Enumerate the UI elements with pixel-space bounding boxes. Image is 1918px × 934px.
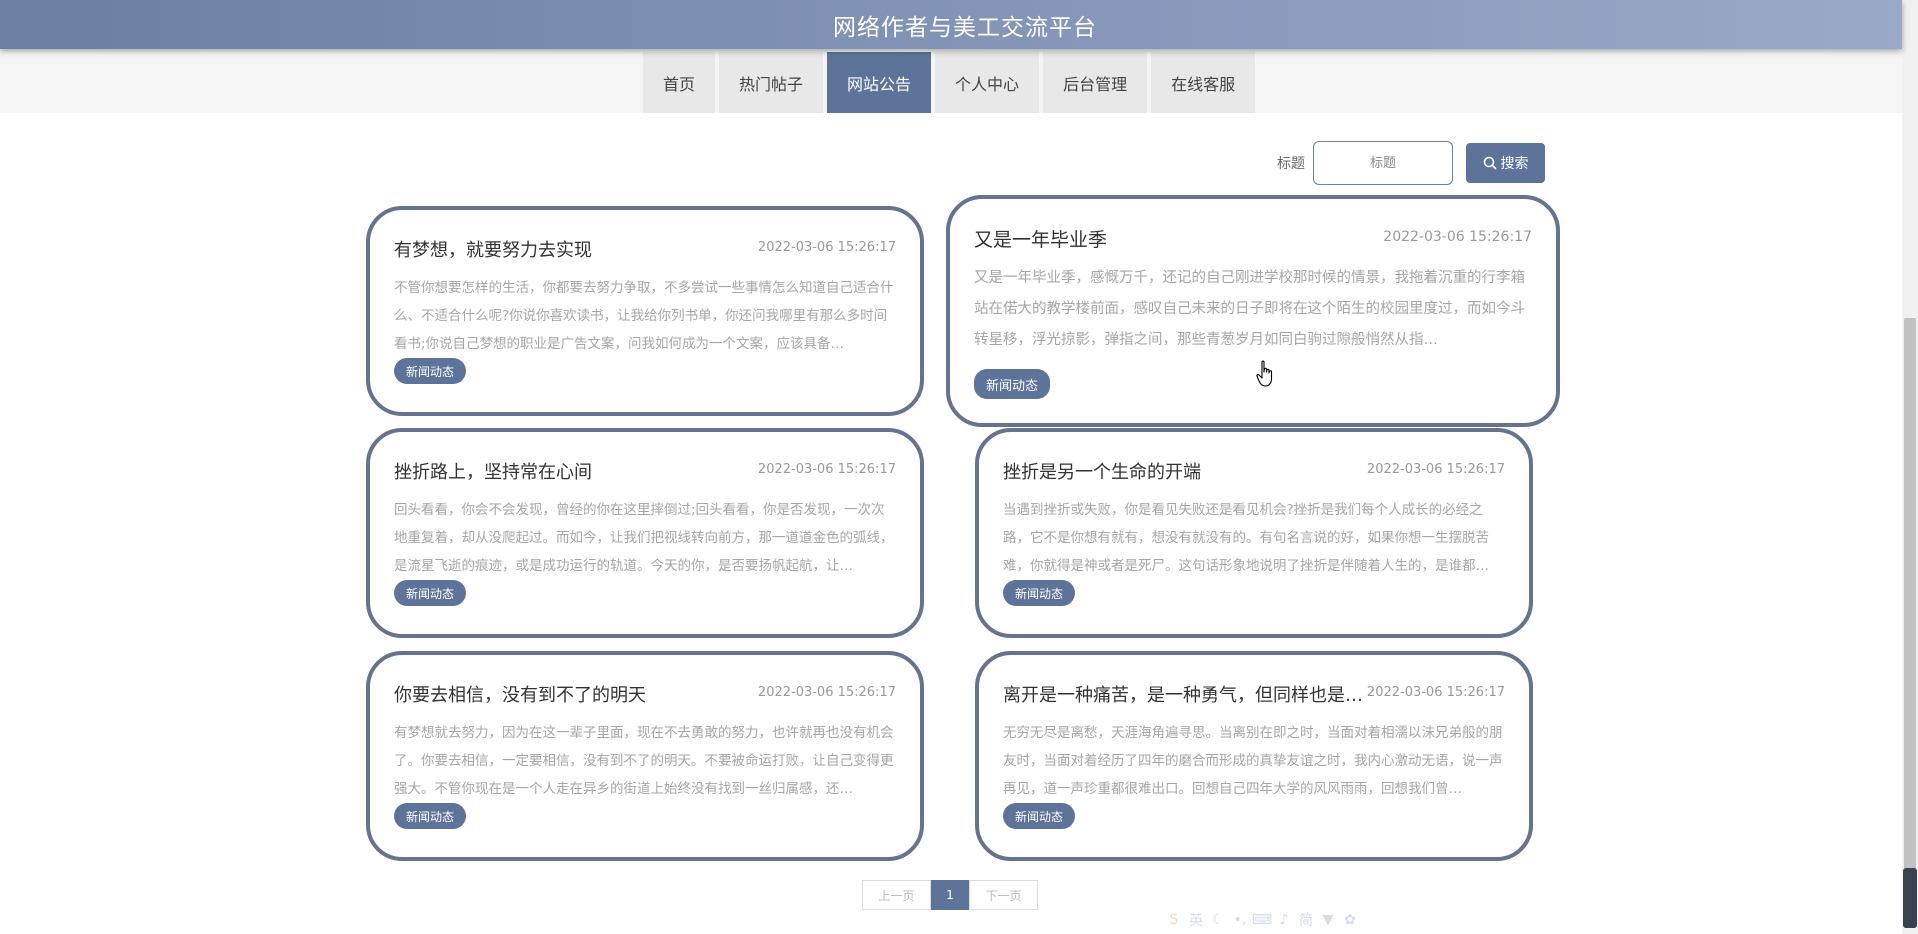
nav-item-home[interactable]: 首页 bbox=[643, 52, 716, 113]
prev-page-button[interactable]: 上一页 bbox=[862, 880, 931, 910]
hand-cursor-icon bbox=[1256, 360, 1273, 387]
card-title[interactable]: 离开是一种痛苦，是一种勇气，但同样也是… bbox=[1003, 681, 1363, 707]
main-nav: 首页 热门帖子 网站公告 个人中心 后台管理 在线客服 bbox=[0, 49, 1902, 113]
card-category-tag[interactable]: 新闻动态 bbox=[394, 358, 467, 384]
card-date: 2022-03-06 15:26:17 bbox=[1383, 229, 1532, 245]
card-category-tag[interactable]: 新闻动态 bbox=[394, 803, 467, 829]
card-category-tag[interactable]: 新闻动态 bbox=[394, 580, 467, 606]
nav-items: 首页 热门帖子 网站公告 个人中心 后台管理 在线客服 bbox=[643, 52, 1256, 113]
nav-item-announcements[interactable]: 网站公告 bbox=[827, 52, 932, 113]
gear-icon[interactable]: ✿ bbox=[1342, 912, 1358, 928]
announcement-card[interactable]: 你要去相信，没有到不了的明天 2022-03-06 15:26:17 有梦想就去… bbox=[366, 651, 924, 861]
nav-item-admin[interactable]: 后台管理 bbox=[1043, 52, 1148, 113]
scrollbar-thumb[interactable] bbox=[1904, 318, 1916, 928]
card-title[interactable]: 你要去相信，没有到不了的明天 bbox=[394, 681, 646, 707]
page-number-button[interactable]: 1 bbox=[931, 880, 969, 910]
search-label: 标题 bbox=[1277, 156, 1305, 172]
search-bar: 标题 搜索 bbox=[1277, 141, 1545, 185]
card-summary: 又是一年毕业季，感慨万千，还记的自己刚进学校那时候的情景，我拖着沉重的行李箱站在… bbox=[974, 270, 1525, 348]
card-title[interactable]: 又是一年毕业季 bbox=[974, 225, 1107, 252]
search-button[interactable]: 搜索 bbox=[1466, 143, 1545, 183]
nav-item-personal-center[interactable]: 个人中心 bbox=[935, 52, 1040, 113]
sogou-icon[interactable]: S bbox=[1166, 912, 1182, 928]
card-title[interactable]: 挫折路上，坚持常在心间 bbox=[394, 458, 592, 484]
search-input[interactable] bbox=[1313, 141, 1453, 185]
card-summary: 有梦想就去努力，因为在这一辈子里面，现在不去勇敢的努力，也许就再也没有机会了。你… bbox=[394, 725, 894, 797]
card-category-tag[interactable]: 新闻动态 bbox=[1003, 803, 1076, 829]
announcement-card[interactable]: 挫折路上，坚持常在心间 2022-03-06 15:26:17 回头看看，你会不… bbox=[366, 428, 924, 638]
scrollbar-grip[interactable] bbox=[1903, 868, 1917, 928]
keyboard-icon[interactable]: ⌨ bbox=[1252, 912, 1272, 928]
mic-icon[interactable]: ♪ bbox=[1276, 912, 1292, 928]
shirt-icon[interactable]: ▼ bbox=[1320, 912, 1336, 928]
nav-item-hot-posts[interactable]: 热门帖子 bbox=[719, 52, 824, 113]
moon-icon[interactable]: ☾ bbox=[1210, 912, 1226, 928]
card-summary: 无穷无尽是离愁，天涯海角遍寻思。当离别在即之时，当面对着相濡以沫兄弟般的朋友时，… bbox=[1003, 725, 1503, 797]
search-button-label: 搜索 bbox=[1500, 155, 1529, 171]
announcement-card[interactable]: 挫折是另一个生命的开端 2022-03-06 15:26:17 当遇到挫折或失败… bbox=[975, 428, 1533, 638]
card-date: 2022-03-06 15:26:17 bbox=[757, 240, 896, 255]
card-date: 2022-03-06 15:26:17 bbox=[757, 462, 896, 477]
card-title[interactable]: 有梦想，就要努力去实现 bbox=[394, 236, 592, 262]
page: 网络作者与美工交流平台 首页 热门帖子 网站公告 个人中心 后台管理 在线客服 … bbox=[0, 0, 1918, 934]
pagination: 上一页 1 下一页 bbox=[862, 880, 1038, 910]
card-date: 2022-03-06 15:26:17 bbox=[1366, 685, 1505, 700]
page-scrollbar[interactable] bbox=[1902, 0, 1918, 934]
search-icon bbox=[1483, 156, 1497, 170]
site-title: 网络作者与美工交流平台 bbox=[833, 14, 1097, 41]
card-date: 2022-03-06 15:26:17 bbox=[1366, 462, 1505, 477]
next-page-button[interactable]: 下一页 bbox=[969, 880, 1038, 910]
punctuation-icon[interactable]: •, bbox=[1232, 912, 1248, 928]
card-date: 2022-03-06 15:26:17 bbox=[757, 685, 896, 700]
card-category-tag[interactable]: 新闻动态 bbox=[1003, 580, 1076, 606]
simplified-icon[interactable]: 简 bbox=[1298, 912, 1314, 929]
ime-toolbar: S 英 ☾ •, ⌨ ♪ 简 ▼ ✿ bbox=[1166, 912, 1358, 929]
announcement-card[interactable]: 离开是一种痛苦，是一种勇气，但同样也是… 2022-03-06 15:26:17… bbox=[975, 651, 1533, 861]
card-title[interactable]: 挫折是另一个生命的开端 bbox=[1003, 458, 1201, 484]
card-summary: 当遇到挫折或失败，你是看见失败还是看见机会?挫折是我们每个人成长的必经之路，它不… bbox=[1003, 502, 1489, 574]
announcement-card[interactable]: 又是一年毕业季 2022-03-06 15:26:17 又是一年毕业季，感慨万千… bbox=[946, 195, 1560, 427]
card-summary: 回头看看，你会不会发现，曾经的你在这里摔倒过;回头看看，你是否发现，一次次地重复… bbox=[394, 502, 894, 574]
card-category-tag[interactable]: 新闻动态 bbox=[974, 369, 1051, 399]
nav-item-online-service[interactable]: 在线客服 bbox=[1151, 52, 1256, 113]
site-header: 网络作者与美工交流平台 bbox=[0, 0, 1902, 49]
card-summary: 不管你想要怎样的生活，你都要去努力争取，不多尝试一些事情怎么知道自己适合什么、不… bbox=[394, 280, 894, 352]
announcement-card[interactable]: 有梦想，就要努力去实现 2022-03-06 15:26:17 不管你想要怎样的… bbox=[366, 206, 924, 416]
lang-icon[interactable]: 英 bbox=[1188, 912, 1204, 929]
